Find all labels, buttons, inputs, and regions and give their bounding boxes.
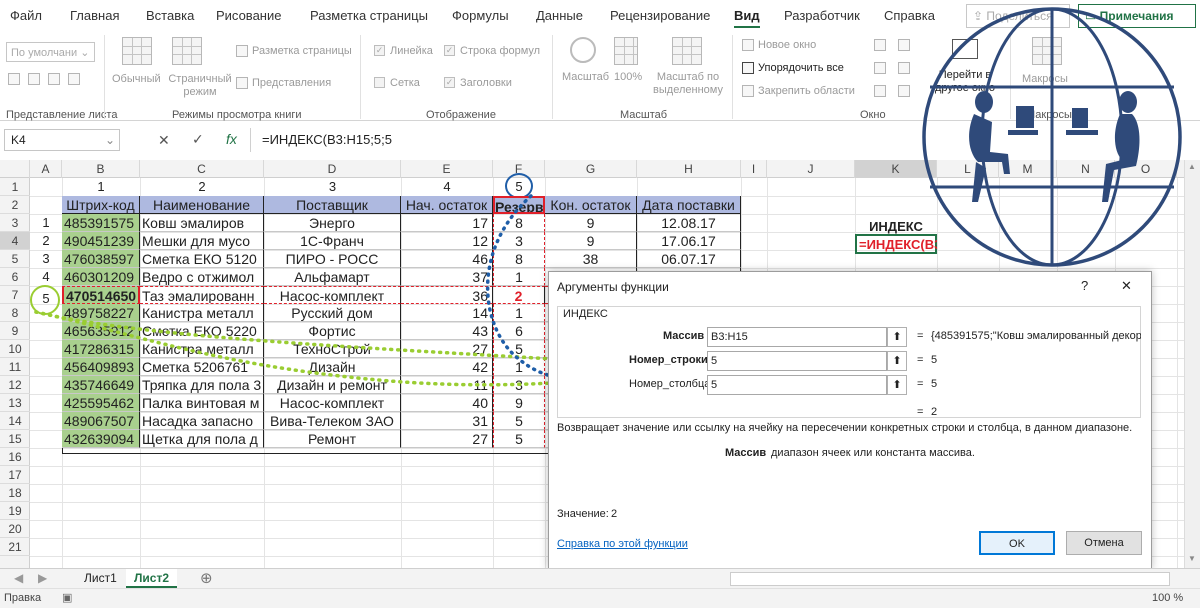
help-link[interactable]: Справка по этой функции: [557, 538, 688, 550]
arg-label-row: Номер_строки: [629, 354, 708, 366]
eq-sign: =: [917, 378, 924, 390]
scroll-down-icon[interactable]: ▼: [1188, 554, 1196, 563]
eq-sign: =: [917, 406, 924, 418]
cancel-button[interactable]: Отмена: [1066, 531, 1142, 555]
sheet-tab-2[interactable]: Лист2: [126, 569, 178, 588]
arg-label-array: Массив: [663, 330, 705, 342]
accessibility-icon[interactable]: ▣: [62, 591, 72, 604]
function-arguments-dialog: Аргументы функции ? ✕ ИНДЕКС Массив B3:H…: [548, 271, 1152, 569]
green-dotted-arrow-2: [34, 310, 602, 364]
eq-sign: =: [917, 354, 924, 366]
arg-label-col: Номер_столбца: [629, 378, 711, 390]
collapse-icon[interactable]: ⬆: [887, 375, 907, 395]
arg-result-array: {485391575;"Ковш эмалированный декори…: [931, 330, 1141, 342]
close-icon[interactable]: ✕: [1121, 278, 1132, 294]
arg-input-col[interactable]: 5: [707, 375, 887, 395]
dialog-title: Аргументы функции: [557, 280, 669, 294]
collapse-icon[interactable]: ⬆: [887, 327, 907, 347]
sheet-next-icon[interactable]: ▶: [38, 571, 47, 585]
vertical-scrollbar[interactable]: ▲ ▼: [1184, 160, 1200, 568]
scroll-up-icon[interactable]: ▲: [1188, 162, 1196, 171]
param-description: диапазон ячеек или константа массива.: [771, 447, 975, 459]
green-dotted-arrow: [34, 310, 602, 387]
sheet-prev-icon[interactable]: ◀: [14, 571, 23, 585]
status-mode: Правка: [4, 592, 42, 604]
sheet-tab-1[interactable]: Лист1: [76, 569, 125, 588]
function-name: ИНДЕКС: [563, 308, 608, 320]
help-icon[interactable]: ?: [1081, 278, 1088, 293]
add-sheet-icon[interactable]: ⊕: [200, 569, 213, 587]
status-bar: Правка ▣ 100 %: [0, 588, 1200, 608]
arg-result-col: 5: [931, 378, 938, 390]
sheet-tabs-bar: ◀ ▶ Лист1 Лист2 ⊕: [0, 568, 1200, 588]
total-result: 2: [931, 406, 938, 418]
logo: [922, 7, 1182, 267]
horizontal-scrollbar[interactable]: [730, 572, 1170, 586]
eq-sign: =: [917, 330, 924, 342]
param-name: Массив: [725, 447, 767, 459]
collapse-icon[interactable]: ⬆: [887, 351, 907, 371]
value-label: Значение:: [557, 508, 609, 520]
excel-window: { "tabs":["Файл","Главная","Вставка","Ри…: [0, 0, 1200, 608]
arg-result-row: 5: [931, 354, 938, 366]
zoom-level[interactable]: 100 %: [1152, 592, 1183, 604]
function-description: Возвращает значение или ссылку на ячейку…: [557, 422, 1133, 434]
arg-input-array[interactable]: B3:H15: [707, 327, 887, 347]
arg-input-row[interactable]: 5: [707, 351, 887, 371]
ok-button[interactable]: OK: [979, 531, 1055, 555]
value-result: 2: [611, 508, 618, 520]
